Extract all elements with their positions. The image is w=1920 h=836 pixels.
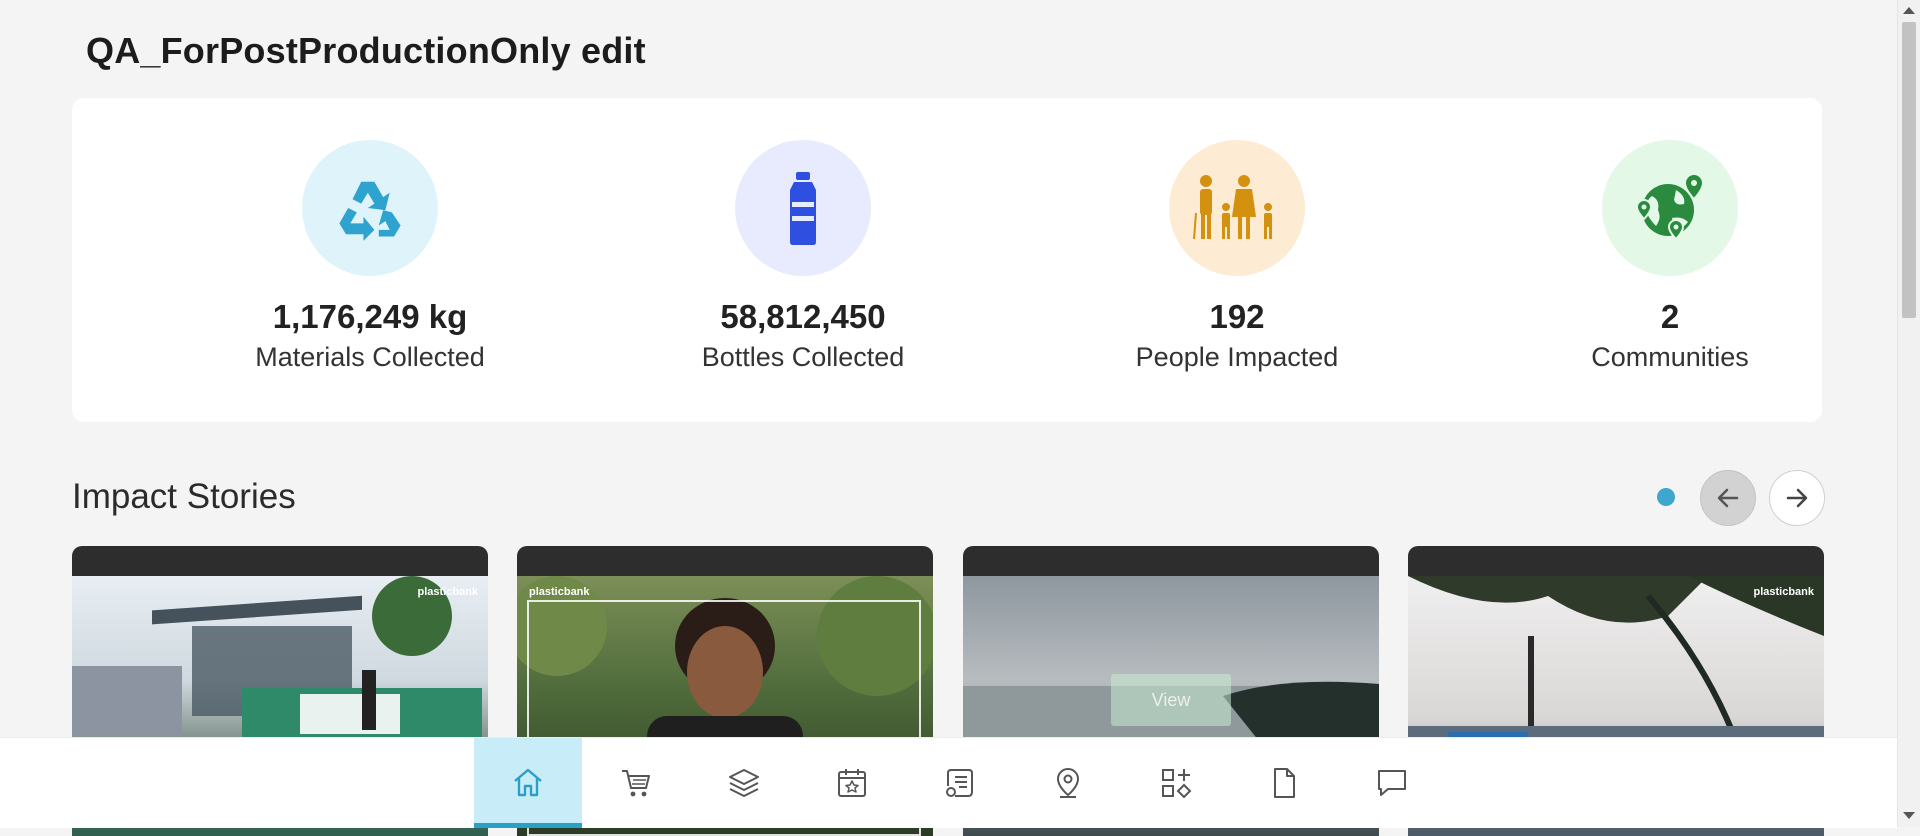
arrow-left-icon — [1717, 488, 1739, 508]
family-icon — [1169, 140, 1305, 276]
stat-bottles-collected: 58,812,450 Bottles Collected — [653, 140, 953, 373]
calendar-star-icon — [838, 769, 866, 797]
stat-value: 192 — [1209, 298, 1265, 335]
nav-widgets[interactable] — [1122, 738, 1230, 828]
scrollbar-thumb[interactable] — [1902, 22, 1916, 318]
stat-communities: 2 Communities — [1520, 140, 1820, 373]
stat-label: Bottles Collected — [701, 342, 905, 372]
cart-icon — [622, 770, 650, 797]
nav-messages[interactable] — [1338, 738, 1446, 828]
impact-stories-title: Impact Stories — [72, 477, 296, 516]
widgets-icon — [1162, 769, 1192, 799]
arrow-right-icon — [1786, 488, 1808, 508]
stat-label: Materials Collected — [255, 342, 485, 372]
stat-people-impacted: 192 People Impacted — [1087, 140, 1387, 373]
stat-value: 2 — [1660, 298, 1680, 335]
stat-label: Communities — [1591, 342, 1749, 372]
stat-materials-collected: 1,176,249 kg Materials Collected — [220, 140, 520, 373]
carousel-next-button[interactable] — [1769, 470, 1825, 526]
nav-home[interactable] — [474, 738, 582, 828]
nav-documents[interactable] — [1230, 738, 1338, 828]
recycle-icon — [302, 140, 438, 276]
home-icon — [514, 768, 542, 797]
bottom-nav — [0, 737, 1898, 828]
nav-events[interactable] — [798, 738, 906, 828]
view-button[interactable]: View — [1111, 674, 1231, 726]
scroll-down-icon[interactable] — [1903, 812, 1915, 819]
nav-locations[interactable] — [1014, 738, 1122, 828]
nav-layers[interactable] — [690, 738, 798, 828]
stat-label: People Impacted — [1135, 342, 1339, 372]
carousel-page-indicator[interactable] — [1657, 488, 1675, 506]
certificate-icon — [946, 769, 973, 797]
vertical-scrollbar[interactable] — [1897, 0, 1920, 827]
document-icon — [1274, 768, 1295, 798]
stats-card: 1,176,249 kg Materials Collected 58,812,… — [72, 98, 1822, 422]
stat-value: 58,812,450 — [720, 298, 886, 335]
brand-watermark: plasticbank — [1753, 586, 1814, 598]
carousel-prev-button[interactable] — [1700, 470, 1756, 526]
location-pin-icon — [1056, 767, 1080, 798]
nav-certificates[interactable] — [906, 738, 1014, 828]
brand-watermark: plasticbank — [529, 586, 590, 598]
scroll-up-icon[interactable] — [1903, 7, 1915, 14]
stat-value: 1,176,249 kg — [272, 298, 468, 335]
chat-icon — [1378, 770, 1406, 796]
nav-shop[interactable] — [582, 738, 690, 828]
layers-icon — [729, 769, 759, 797]
brand-watermark: plasticbank — [417, 586, 478, 598]
page-title: QA_ForPostProductionOnly edit — [86, 30, 646, 71]
bottle-icon — [735, 140, 871, 276]
globe-pins-icon — [1602, 140, 1738, 276]
